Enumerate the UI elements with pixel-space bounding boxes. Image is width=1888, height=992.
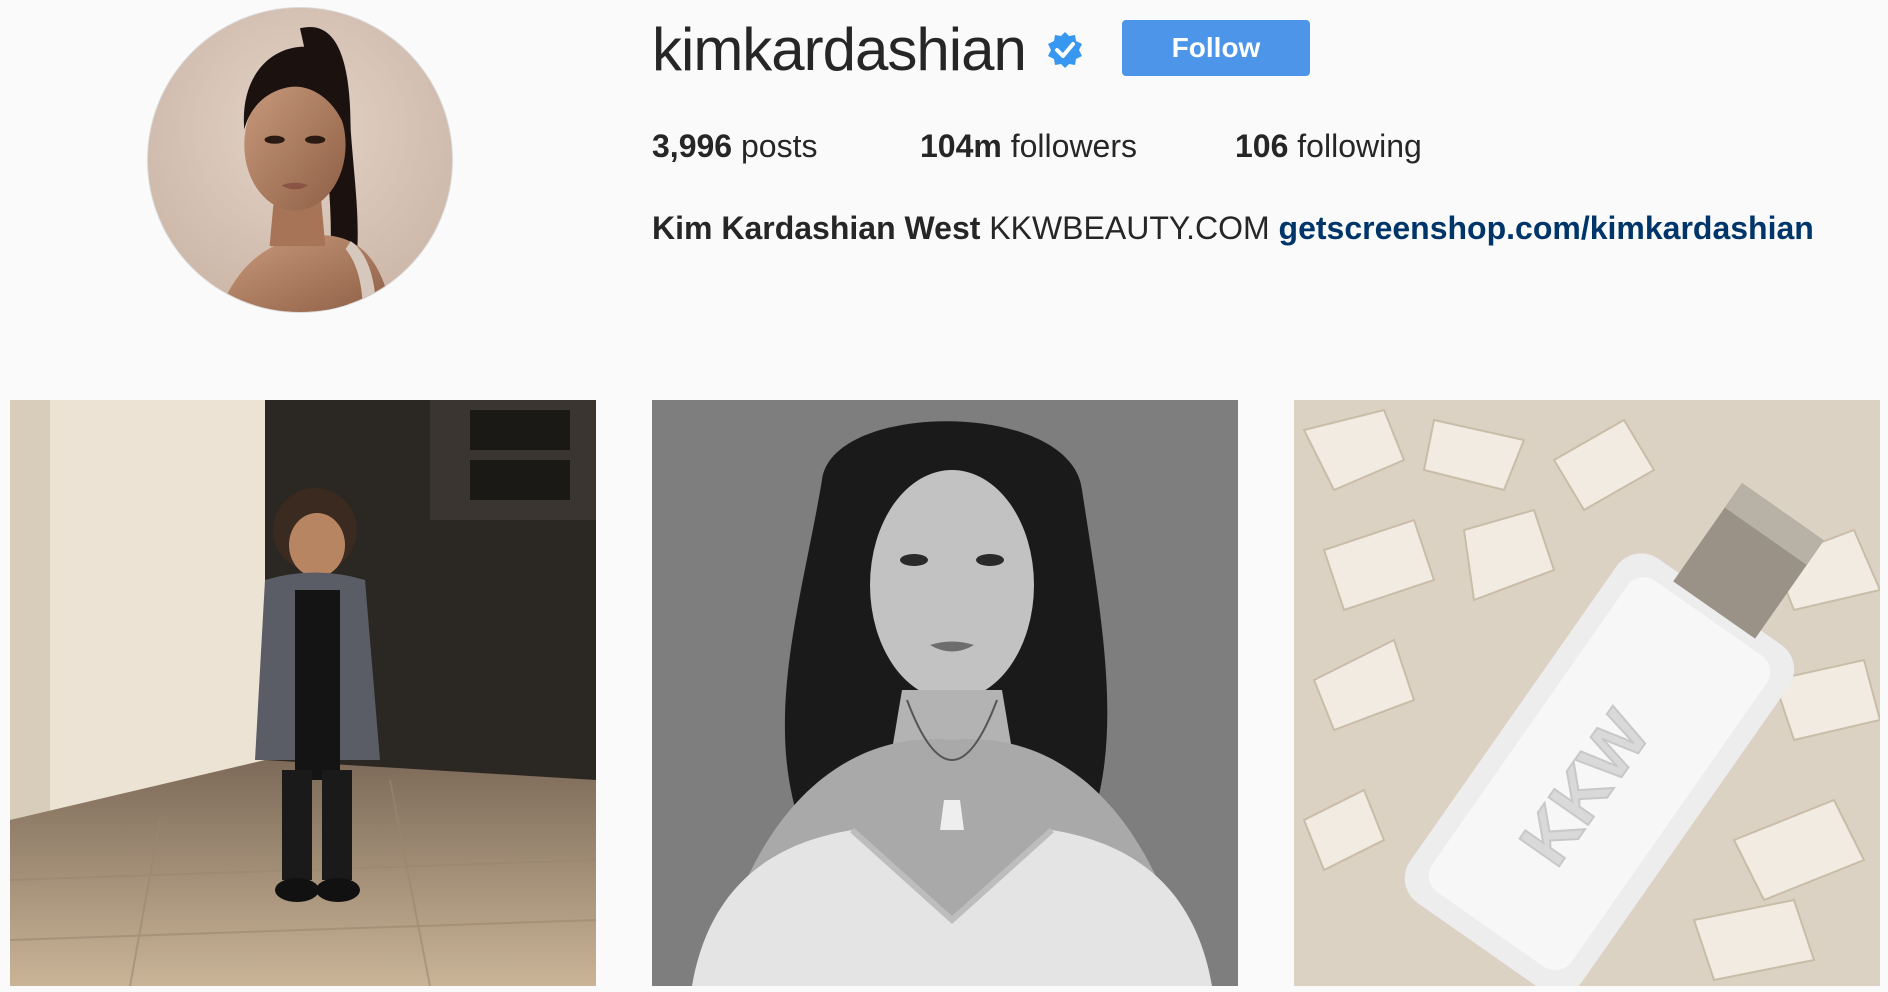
- verified-badge-icon: [1048, 32, 1082, 68]
- post-image-perfume: KKW: [1294, 400, 1880, 986]
- followers-count: 104m: [920, 128, 1002, 164]
- follow-button[interactable]: Follow: [1122, 20, 1310, 76]
- stat-following[interactable]: 106 following: [1235, 126, 1422, 166]
- posts-label: posts: [740, 128, 818, 164]
- following-label: following: [1297, 128, 1422, 164]
- followers-label: followers: [1010, 128, 1137, 164]
- avatar-image: [148, 8, 452, 312]
- bio-full-name: Kim Kardashian West: [652, 210, 981, 246]
- post-thumbnail-2[interactable]: [652, 400, 1238, 986]
- bio-text: KKWBEAUTY.COM: [989, 210, 1270, 246]
- profile-username: kimkardashian: [652, 16, 1027, 83]
- post-image-child-hallway: [10, 400, 596, 986]
- posts-count: 3,996: [652, 128, 733, 164]
- profile-avatar[interactable]: [148, 8, 452, 312]
- following-count: 106: [1235, 128, 1289, 164]
- post-image-bw-portrait: [652, 400, 1238, 986]
- post-thumbnail-1[interactable]: [10, 400, 596, 986]
- stat-posts: 3,996 posts: [652, 126, 817, 166]
- post-thumbnail-3[interactable]: KKW: [1294, 400, 1880, 986]
- profile-bio: Kim Kardashian West KKWBEAUTY.COM getscr…: [652, 208, 1814, 248]
- stat-followers[interactable]: 104m followers: [920, 126, 1137, 166]
- bio-link[interactable]: getscreenshop.com/kimkardashian: [1279, 210, 1814, 246]
